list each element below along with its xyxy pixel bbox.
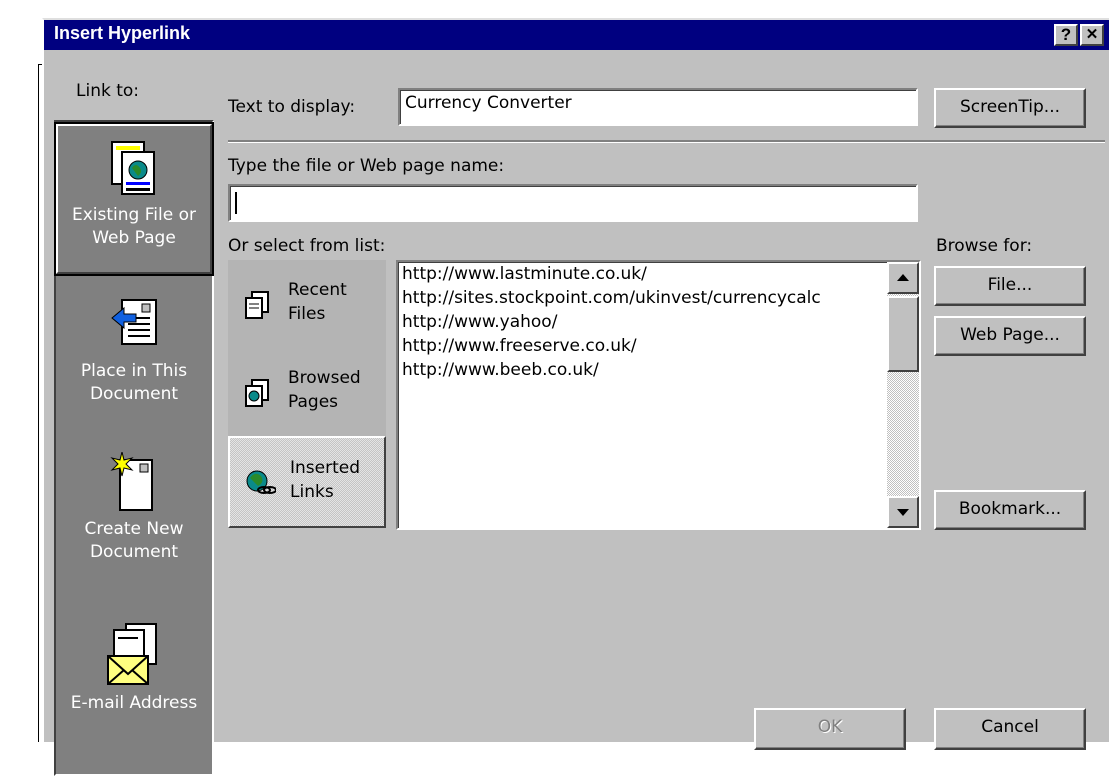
inserted-links-icon bbox=[246, 470, 276, 494]
ok-button[interactable]: OK bbox=[754, 708, 906, 750]
dialog-body: Link to: Existing File or Web Page Place… bbox=[44, 50, 1109, 776]
link-to-heading: Link to: bbox=[76, 81, 140, 101]
filename-label: Type the file or Web page name: bbox=[228, 156, 505, 176]
category-inserted-links[interactable]: Inserted Links bbox=[228, 436, 386, 528]
callout-line-vertical bbox=[38, 64, 39, 742]
list-item[interactable]: http://sites.stockpoint.com/ukinvest/cur… bbox=[402, 288, 821, 308]
sidebar-item-create-new-document[interactable]: Create New Document bbox=[56, 452, 212, 602]
separator bbox=[228, 140, 1105, 143]
help-button[interactable]: ? bbox=[1054, 24, 1078, 46]
recent-files-icon bbox=[245, 291, 269, 319]
text-to-display-field[interactable]: Currency Converter bbox=[398, 88, 918, 126]
existing-file-icon bbox=[111, 141, 155, 195]
dialog-title: Insert Hyperlink bbox=[54, 23, 191, 43]
sidebar-item-existing-file[interactable]: Existing File or Web Page bbox=[54, 122, 214, 276]
category-label: Browsed Pages bbox=[288, 368, 361, 412]
sidebar-item-place-in-document[interactable]: Place in This Document bbox=[56, 298, 212, 428]
arrow-up-icon bbox=[897, 274, 909, 281]
cancel-button[interactable]: Cancel bbox=[934, 708, 1086, 750]
category-browsed-pages[interactable]: Browsed Pages bbox=[228, 348, 386, 436]
sidebar-item-label: Existing File or Web Page bbox=[72, 205, 196, 248]
browse-file-button[interactable]: File... bbox=[934, 266, 1086, 306]
text-cursor bbox=[235, 192, 237, 214]
list-item[interactable]: http://www.freeserve.co.uk/ bbox=[402, 336, 637, 356]
sidebar-item-label: Create New Document bbox=[84, 519, 184, 562]
browse-web-page-button[interactable]: Web Page... bbox=[934, 316, 1086, 356]
text-to-display-label: Text to display: bbox=[228, 97, 356, 117]
place-in-document-icon bbox=[111, 299, 157, 345]
sidebar-item-email-address[interactable]: E-mail Address bbox=[56, 622, 212, 752]
browse-for-label: Browse for: bbox=[936, 236, 1033, 256]
email-icon bbox=[107, 623, 157, 685]
category-label: Inserted Links bbox=[290, 458, 361, 502]
scroll-up-button[interactable] bbox=[887, 262, 919, 294]
url-listbox[interactable]: http://www.lastminute.co.uk/ http://site… bbox=[396, 260, 921, 530]
browsed-pages-icon bbox=[245, 379, 269, 407]
insert-hyperlink-dialog: Insert Hyperlink ? ✕ Link to: Existing F… bbox=[42, 18, 1109, 776]
filename-input[interactable] bbox=[228, 184, 918, 222]
close-button[interactable]: ✕ bbox=[1080, 24, 1104, 46]
link-to-sidebar: Existing File or Web Page Place in This … bbox=[54, 120, 214, 776]
bookmark-button[interactable]: Bookmark... bbox=[934, 490, 1086, 530]
list-item[interactable]: http://www.yahoo/ bbox=[402, 312, 557, 332]
arrow-down-icon bbox=[897, 509, 909, 516]
sidebar-item-label: Place in This Document bbox=[80, 361, 188, 404]
category-label: Recent Files bbox=[288, 280, 347, 324]
vertical-scrollbar[interactable] bbox=[887, 262, 919, 528]
list-category-panel: Recent Files Browsed Pages Inserted Link… bbox=[228, 260, 388, 530]
scroll-down-button[interactable] bbox=[887, 496, 919, 528]
select-from-list-label: Or select from list: bbox=[228, 236, 386, 256]
title-bar: Insert Hyperlink ? ✕ bbox=[44, 20, 1109, 50]
screentip-button[interactable]: ScreenTip... bbox=[934, 88, 1086, 128]
sidebar-item-label: E-mail Address bbox=[70, 693, 198, 713]
category-recent-files[interactable]: Recent Files bbox=[228, 260, 386, 348]
list-item[interactable]: http://www.lastminute.co.uk/ bbox=[402, 264, 647, 284]
new-document-icon bbox=[110, 452, 153, 511]
scrollbar-thumb[interactable] bbox=[887, 296, 919, 372]
list-item[interactable]: http://www.beeb.co.uk/ bbox=[402, 360, 599, 380]
